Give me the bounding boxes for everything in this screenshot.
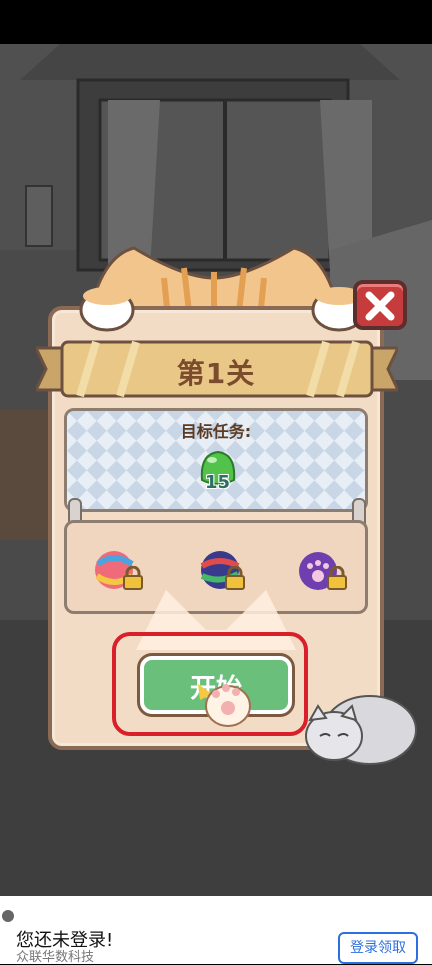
- sleeping-cat: [305, 695, 417, 765]
- cat-paw-left: [79, 287, 135, 332]
- tutorial-highlight: [112, 632, 308, 736]
- game-scene: 第1关 目标任务: 15 您还未登录! 众联华数科技 登录领取: [0, 0, 432, 965]
- login-prompt-subtitle: 众联华数科技: [16, 950, 95, 965]
- status-bar: [0, 0, 432, 44]
- target-count: 15: [205, 472, 231, 493]
- target-label: 目标任务:: [180, 422, 252, 441]
- close-button[interactable]: [353, 280, 407, 330]
- lock-icon: [327, 566, 347, 590]
- ad-indicator-dot: [2, 910, 14, 922]
- login-claim-button[interactable]: 登录领取: [338, 932, 418, 964]
- level-title: 第1关: [176, 357, 256, 390]
- close-icon: [365, 291, 395, 321]
